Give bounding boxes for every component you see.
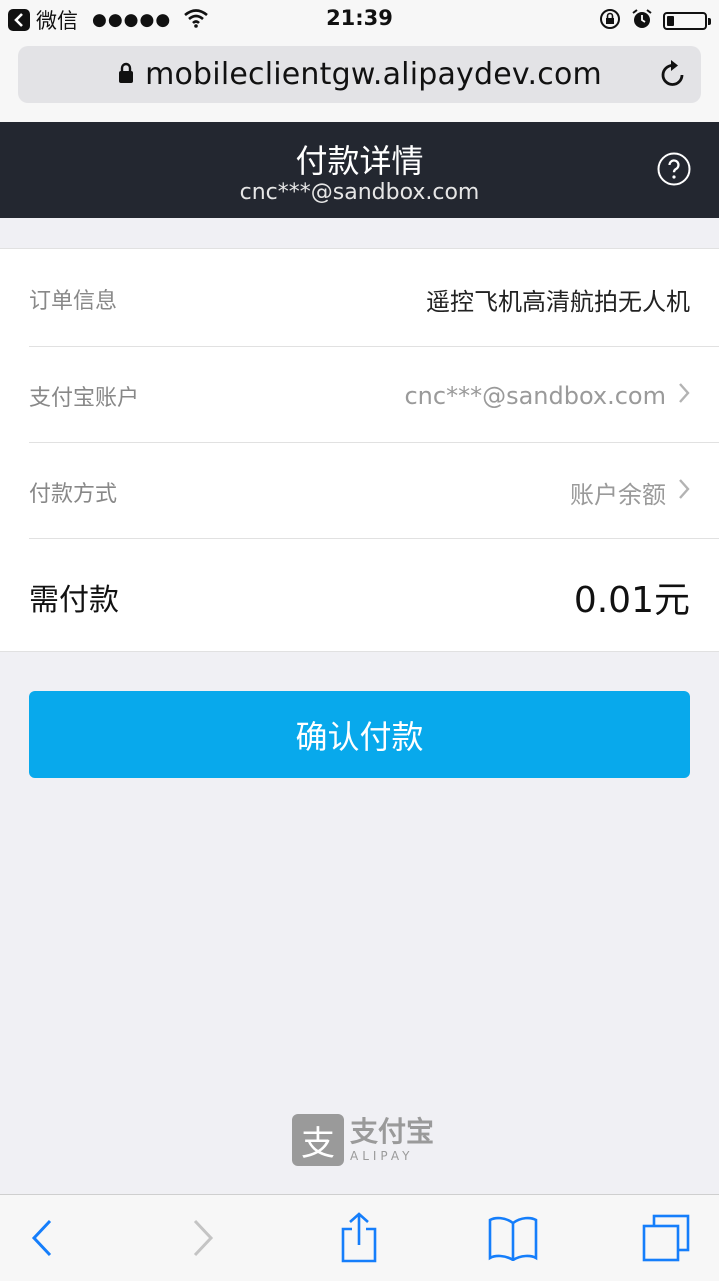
- amount-due-label: 需付款: [29, 583, 119, 618]
- divider: [29, 538, 719, 539]
- address-bar[interactable]: mobileclientgw.alipaydev.com: [18, 46, 701, 103]
- order-info-value: 遥控飞机高清航拍无人机: [426, 287, 690, 316]
- page-header: 付款详情 cnc***@sandbox.com: [0, 122, 719, 218]
- amount-due-value: 0.01元: [573, 580, 690, 621]
- header-account: cnc***@sandbox.com: [239, 180, 480, 205]
- alipay-logo-en: ALIPAY: [350, 1149, 414, 1163]
- lock-icon: [117, 62, 135, 88]
- alipay-account-row[interactable]: 支付宝账户 cnc***@sandbox.com: [29, 368, 690, 424]
- tabs-icon[interactable]: [638, 1211, 694, 1265]
- alipay-account-value-wrap: cnc***@sandbox.com: [404, 382, 690, 410]
- alipay-account-label: 支付宝账户: [29, 386, 140, 411]
- reload-icon[interactable]: [659, 59, 687, 93]
- alipay-logo-mark: 支: [292, 1114, 344, 1166]
- payment-method-row[interactable]: 付款方式 账户余额: [29, 464, 690, 520]
- order-info-label: 订单信息: [29, 289, 118, 314]
- battery-icon: [663, 12, 711, 30]
- battery-level: [667, 16, 674, 26]
- chevron-right-icon: [678, 478, 690, 506]
- status-right: [599, 8, 711, 34]
- payment-details-card: 订单信息 遥控飞机高清航拍无人机 支付宝账户 cnc***@sandbox.co…: [0, 248, 719, 652]
- url-text: mobileclientgw.alipaydev.com: [145, 57, 602, 92]
- alipay-account-value: cnc***@sandbox.com: [404, 382, 666, 410]
- payment-method-value-wrap: 账户余额: [570, 475, 690, 510]
- page-title: 付款详情: [295, 142, 424, 180]
- forward-icon[interactable]: [175, 1211, 231, 1265]
- divider: [29, 442, 719, 443]
- address-content: mobileclientgw.alipaydev.com: [18, 46, 701, 103]
- payment-method-value: 账户余额: [570, 480, 666, 509]
- amount-due-row: 需付款 0.01元: [29, 565, 690, 629]
- bookmarks-icon[interactable]: [485, 1211, 541, 1265]
- browser-address-area: mobileclientgw.alipaydev.com: [0, 40, 719, 122]
- divider: [29, 346, 719, 347]
- alipay-logo-cn: 支付宝: [350, 1115, 435, 1148]
- alarm-icon: [631, 8, 653, 34]
- rotation-lock-icon: [599, 8, 621, 34]
- payment-method-label: 付款方式: [29, 482, 118, 507]
- confirm-payment-button[interactable]: 确认付款: [29, 691, 690, 778]
- question-circle-icon[interactable]: [657, 152, 691, 186]
- alipay-logo-text: 支付宝 ALIPAY: [350, 1116, 434, 1164]
- chevron-right-icon: [678, 382, 690, 410]
- browser-toolbar: [0, 1194, 719, 1281]
- alipay-logo: 支 支付宝 ALIPAY: [292, 1114, 434, 1166]
- order-info-row: 订单信息 遥控飞机高清航拍无人机: [29, 271, 690, 327]
- share-icon[interactable]: [331, 1211, 387, 1265]
- back-icon[interactable]: [14, 1211, 70, 1265]
- status-bar: 微信 ●●●●● 21:39: [0, 0, 719, 40]
